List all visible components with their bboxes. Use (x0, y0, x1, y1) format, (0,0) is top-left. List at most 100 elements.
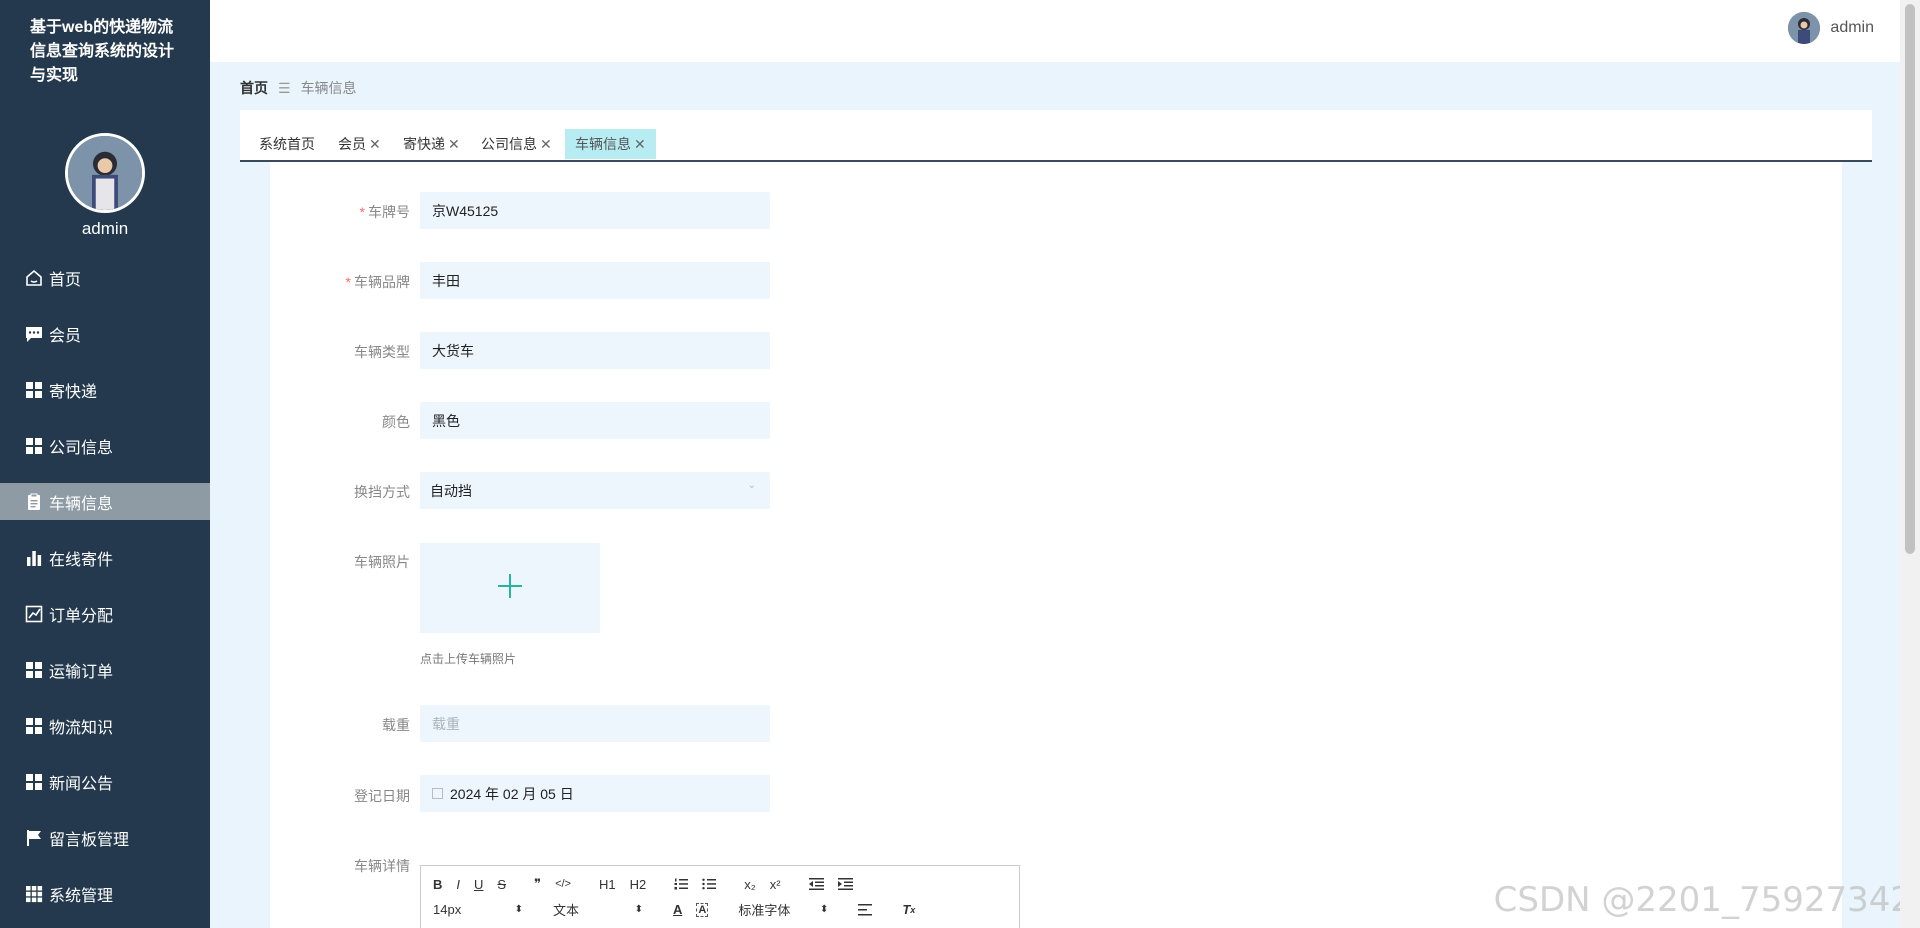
page-scrollbar[interactable] (1900, 0, 1920, 928)
grid-icon (24, 380, 44, 400)
sidebar-item-online-send[interactable]: 在线寄件 (0, 539, 210, 576)
editor-toolbar-row1: B I U S ❞ </> H1 H2 x₂ x² (433, 876, 867, 892)
tab-vehicle[interactable]: 车辆信息 ✕ (565, 129, 656, 159)
bold-button[interactable]: B (433, 877, 442, 892)
tab-home[interactable]: 系统首页 (259, 129, 315, 159)
bullet-list-icon[interactable] (702, 878, 717, 890)
color-input[interactable]: 黑色 (420, 402, 770, 439)
sidebar-item-vehicle[interactable]: 车辆信息 (0, 483, 210, 520)
gear-select-value: 自动挡 (430, 482, 472, 499)
brand-input[interactable]: 丰田 (420, 262, 770, 299)
h1-button[interactable]: H1 (599, 877, 616, 892)
sidebar-item-label: 运输订单 (49, 663, 114, 681)
chat-icon (24, 324, 44, 344)
close-icon[interactable]: ✕ (369, 136, 381, 153)
grid-icon (24, 660, 44, 680)
strike-button[interactable]: S (497, 877, 506, 892)
date-picker[interactable]: 2024 年 02 月 05 日 (420, 775, 770, 812)
background-color-icon[interactable]: A (696, 902, 709, 917)
close-icon[interactable]: ✕ (634, 136, 646, 153)
brand-label-text: 车辆品牌 (354, 274, 410, 290)
close-icon[interactable]: ✕ (540, 136, 552, 153)
subscript-button[interactable]: x₂ (744, 877, 756, 892)
header-avatar (1788, 12, 1821, 44)
sidebar-item-send-express[interactable]: 寄快递 (0, 371, 210, 408)
breadcrumb: 首页 ☰ 车辆信息 (240, 78, 357, 98)
load-input[interactable]: 载重 (420, 705, 770, 742)
text-style-value: 文本 (553, 903, 580, 918)
header-user-menu[interactable]: admin (1788, 12, 1874, 44)
gear-select[interactable]: 自动挡 ⌄ (420, 472, 770, 509)
font-color-icon[interactable]: A (673, 902, 682, 917)
close-icon[interactable]: ✕ (448, 136, 460, 153)
ordered-list-icon[interactable] (674, 878, 689, 890)
sidebar-item-label: 首页 (49, 271, 82, 289)
date-label: 登记日期 (354, 788, 410, 804)
outdent-icon[interactable] (808, 878, 824, 890)
flag-icon (24, 828, 44, 848)
header-username: admin (1830, 19, 1874, 36)
font-family-value: 标准字体 (738, 903, 791, 918)
sidebar-item-logistics-knowledge[interactable]: 物流知识 (0, 707, 210, 744)
sidebar-item-home[interactable]: 首页 (0, 259, 210, 296)
text-style-select[interactable]: 文本 ⬍ (553, 900, 643, 919)
type-input[interactable]: 大货车 (420, 332, 770, 369)
tab-members[interactable]: 会员 ✕ (338, 129, 381, 159)
brand-label: * 车辆品牌 (300, 272, 410, 292)
tab-label: 公司信息 (481, 136, 537, 152)
sidebar-item-company[interactable]: 公司信息 (0, 427, 210, 464)
plus-icon (495, 571, 525, 606)
sidebar-item-label: 公司信息 (49, 439, 114, 457)
calendar-icon (432, 788, 443, 799)
underline-button[interactable]: U (474, 877, 483, 892)
grid-icon (24, 436, 44, 456)
font-size-select[interactable]: 14px ⬍ (433, 902, 523, 917)
sidebar-item-order-assign[interactable]: 订单分配 (0, 595, 210, 632)
sidebar-item-message-board[interactable]: 留言板管理 (0, 819, 210, 856)
chevron-down-icon: ⌄ (747, 480, 756, 491)
watermark: CSDN @2201_75927342 (1493, 880, 1912, 920)
plate-input[interactable]: 京W45125 (420, 192, 770, 229)
sidebar-item-members[interactable]: 会员 (0, 315, 210, 352)
grid-icon (24, 716, 44, 736)
sidebar-item-transport-orders[interactable]: 运输订单 (0, 651, 210, 688)
tab-label: 会员 (338, 136, 366, 152)
italic-button[interactable]: I (456, 877, 460, 892)
required-mark: * (345, 274, 351, 290)
load-label: 载重 (382, 717, 410, 733)
tab-label: 车辆信息 (575, 136, 631, 152)
indent-icon[interactable] (837, 878, 853, 890)
code-button[interactable]: </> (555, 878, 571, 890)
tab-label: 寄快递 (403, 136, 445, 152)
tab-send-express[interactable]: 寄快递 ✕ (403, 129, 460, 159)
photo-upload-button[interactable] (420, 543, 600, 633)
chevron-updown-icon: ⬍ (634, 904, 643, 915)
sidebar-menu: 首页 会员 寄快递 公司信息 车辆信息 在线寄件 订单分配 运输订单 物流知识 … (0, 259, 210, 912)
editor-toolbar-row2: 14px ⬍ 文本 ⬍ A A 标准字体 ⬍ Tx (433, 900, 929, 919)
breadcrumb-separator-icon: ☰ (278, 79, 291, 96)
sidebar-username: admin (81, 219, 129, 238)
gear-label: 换挡方式 (354, 484, 410, 500)
sidebar-item-system[interactable]: 系统管理 (0, 875, 210, 912)
date-value: 2024 年 02 月 05 日 (450, 785, 574, 802)
align-left-icon[interactable] (858, 903, 873, 916)
breadcrumb-home[interactable]: 首页 (240, 78, 268, 98)
line-chart-icon (24, 604, 44, 624)
top-header: admin (210, 0, 1920, 62)
chevron-updown-icon: ⬍ (819, 904, 829, 915)
sidebar-item-news[interactable]: 新闻公告 (0, 763, 210, 800)
apps-icon (24, 884, 44, 904)
avatar (65, 133, 145, 213)
bar-chart-icon (24, 548, 44, 568)
superscript-button[interactable]: x² (770, 877, 781, 892)
photo-label: 车辆照片 (354, 554, 410, 570)
tab-company[interactable]: 公司信息 ✕ (481, 129, 552, 159)
font-family-select[interactable]: 标准字体 ⬍ (738, 900, 828, 919)
rich-text-editor[interactable]: B I U S ❞ </> H1 H2 x₂ x² 14px ⬍ 文本 ⬍ A (420, 865, 1020, 928)
app-title: 基于web的快递物流信息查询系统的设计与实现 (30, 19, 175, 84)
clear-format-icon[interactable]: Tx (902, 902, 915, 917)
tabs-bar: 系统首页 会员 ✕ 寄快递 ✕ 公司信息 ✕ 车辆信息 ✕ (240, 110, 1872, 162)
blockquote-button[interactable]: ❞ (534, 876, 541, 892)
h2-button[interactable]: H2 (630, 877, 647, 892)
scrollbar-thumb[interactable] (1905, 4, 1915, 554)
